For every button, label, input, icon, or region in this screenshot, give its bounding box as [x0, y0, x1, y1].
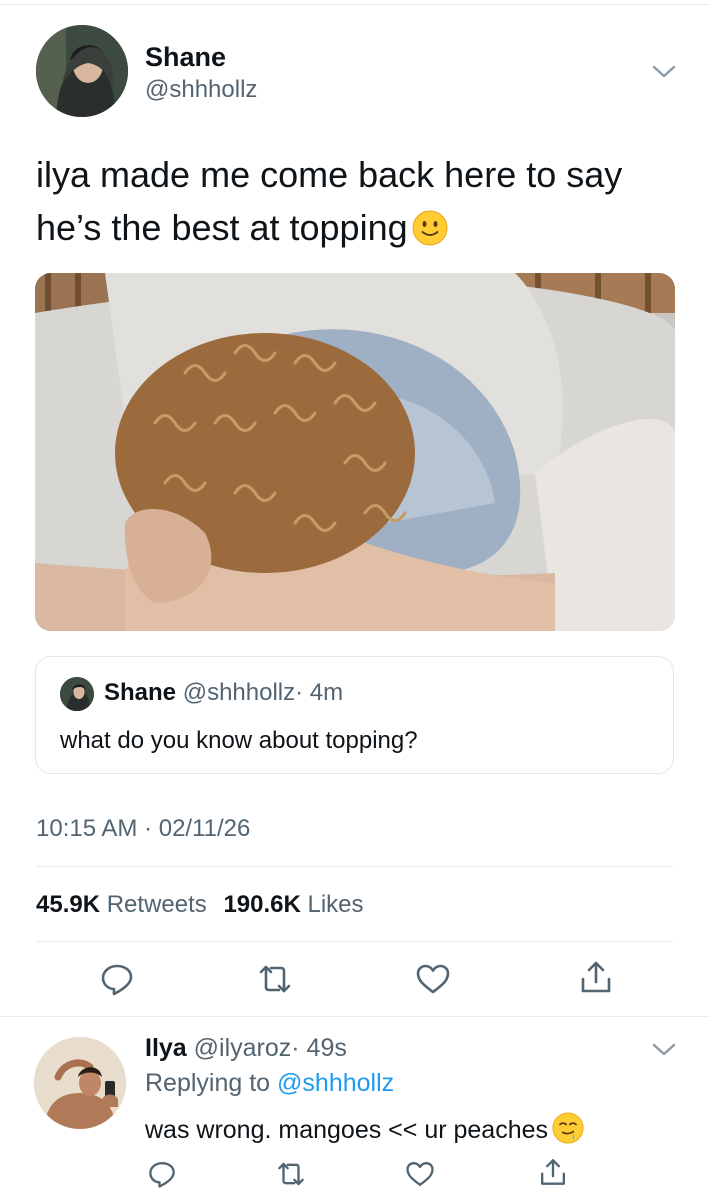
- retweet-button[interactable]: [257, 961, 293, 997]
- chevron-down-icon[interactable]: [651, 1038, 677, 1060]
- reply-icon: [149, 1162, 175, 1188]
- author-name[interactable]: Shane: [145, 42, 226, 73]
- reply-author-avatar[interactable]: [34, 1037, 126, 1129]
- share-button[interactable]: [578, 959, 614, 995]
- reply-time: · 49s: [291, 1034, 347, 1062]
- like-button[interactable]: [415, 961, 451, 997]
- reply-share-button[interactable]: [538, 1157, 568, 1187]
- like-icon: [416, 964, 450, 994]
- divider: [36, 866, 674, 867]
- tweet-photo[interactable]: [35, 273, 675, 631]
- share-icon: [581, 961, 611, 993]
- reply-text: was wrong. mangoes << ur peaches: [145, 1112, 584, 1151]
- like-count[interactable]: 190.6K: [223, 891, 300, 918]
- reply-retweet-button[interactable]: [276, 1159, 306, 1189]
- tweet-timestamp: 10:15 AM · 02/11/26: [36, 815, 251, 842]
- like-label[interactable]: Likes: [308, 891, 364, 918]
- reply-header: Ilya @ilyaroz· 49s: [145, 1034, 347, 1063]
- replying-to-label: Replying to: [145, 1069, 271, 1097]
- reply-author-name[interactable]: Ilya: [145, 1034, 187, 1062]
- quoted-text: what do you know about topping?: [60, 727, 418, 754]
- retweet-icon: [259, 965, 291, 993]
- reply-button[interactable]: [99, 961, 135, 997]
- retweet-icon: [278, 1162, 304, 1186]
- divider: [36, 941, 674, 942]
- author-avatar[interactable]: [36, 25, 128, 117]
- quoted-header: Shane @shhhollz· 4m: [104, 679, 343, 707]
- quoted-author-avatar: [60, 677, 94, 711]
- tweet-text: ilya made me come back here to say he’s …: [36, 148, 676, 260]
- quoted-author-handle: @shhhollz: [182, 679, 296, 706]
- tweet-stats: 45.9K Retweets 190.6K Likes: [36, 891, 374, 919]
- replying-to: Replying to @shhhollz: [145, 1069, 394, 1098]
- drooling-face-icon: [552, 1112, 584, 1151]
- quoted-author-name: Shane: [104, 679, 177, 706]
- chevron-down-icon[interactable]: [651, 60, 677, 82]
- author-handle[interactable]: @shhhollz: [145, 76, 257, 104]
- reply-author-handle[interactable]: @ilyaroz: [194, 1034, 292, 1062]
- quoted-time: · 4m: [295, 679, 344, 706]
- tweet-divider: [0, 1016, 709, 1017]
- replying-to-link[interactable]: @shhhollz: [277, 1069, 394, 1097]
- retweet-label[interactable]: Retweets: [107, 891, 207, 918]
- share-icon: [541, 1159, 565, 1185]
- slightly-smiling-face-icon: [412, 207, 448, 260]
- retweet-count[interactable]: 45.9K: [36, 891, 100, 918]
- tweet-text-content: ilya made me come back here to say he’s …: [36, 154, 623, 248]
- reply-text-content: was wrong. mangoes << ur peaches: [145, 1116, 549, 1144]
- top-divider: [0, 4, 709, 5]
- quoted-tweet[interactable]: Shane @shhhollz· 4m what do you know abo…: [35, 656, 674, 774]
- reply-reply-button[interactable]: [147, 1159, 177, 1189]
- reply-icon: [101, 964, 133, 996]
- reply-like-button[interactable]: [405, 1159, 435, 1189]
- like-icon: [406, 1162, 434, 1186]
